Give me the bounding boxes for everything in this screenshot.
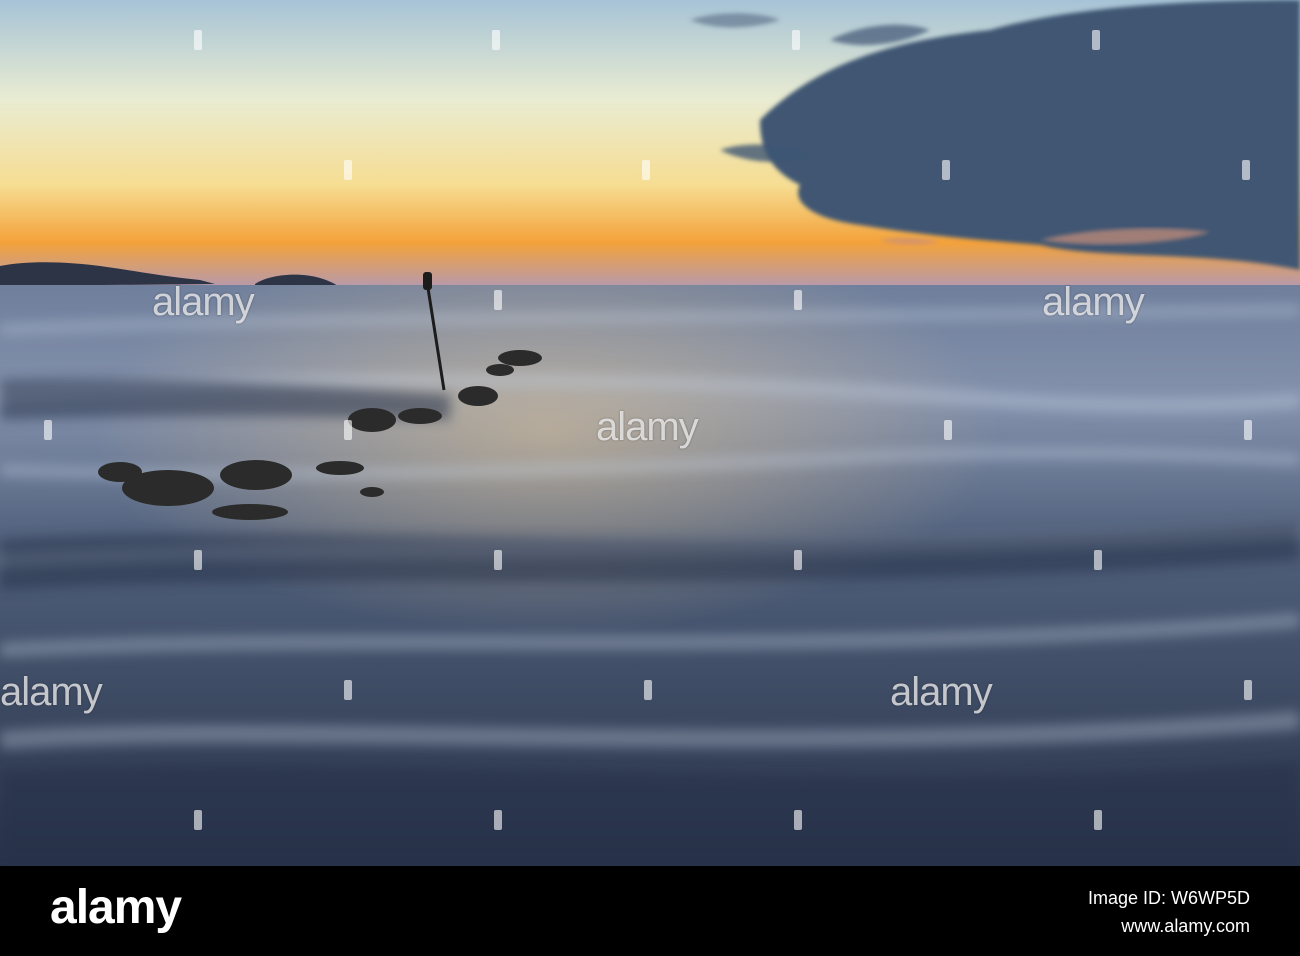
alamy-logo: alamy <box>50 881 182 934</box>
watermark-mark <box>494 550 502 570</box>
footer-bar: alamy Image ID: W6WP5D www.alamy.com <box>0 866 1300 956</box>
watermark-mark <box>344 160 352 180</box>
site-url: www.alamy.com <box>1121 916 1250 936</box>
watermark-mark <box>494 290 502 310</box>
watermark: alamy <box>0 670 103 714</box>
watermark-mark <box>344 680 352 700</box>
watermark: alamy <box>596 405 699 449</box>
watermark-mark <box>794 290 802 310</box>
image-id: Image ID: W6WP5D <box>1087 888 1250 908</box>
watermark-mark <box>492 30 500 50</box>
watermark-mark <box>1244 420 1252 440</box>
watermark-mark <box>1094 810 1102 830</box>
watermark: alamy <box>152 280 255 324</box>
watermark-mark <box>1094 550 1102 570</box>
watermark-mark <box>644 680 652 700</box>
watermark-mark <box>494 810 502 830</box>
watermark-mark <box>194 550 202 570</box>
watermark-mark <box>194 30 202 50</box>
watermark-mark <box>944 420 952 440</box>
watermark-mark <box>1092 30 1100 50</box>
watermark-mark <box>642 160 650 180</box>
beach-sunset-photo: alamy alamy alamy alamy alamy <box>0 0 1300 866</box>
watermark-mark <box>194 810 202 830</box>
watermark-mark <box>344 420 352 440</box>
watermark-mark <box>794 810 802 830</box>
watermark-mark <box>1244 680 1252 700</box>
watermark-mark <box>942 160 950 180</box>
watermark-mark <box>792 30 800 50</box>
watermark: alamy <box>1042 280 1145 324</box>
watermark-mark <box>1242 160 1250 180</box>
watermark-mark <box>44 420 52 440</box>
watermark: alamy <box>890 670 993 714</box>
watermark-mark <box>794 550 802 570</box>
